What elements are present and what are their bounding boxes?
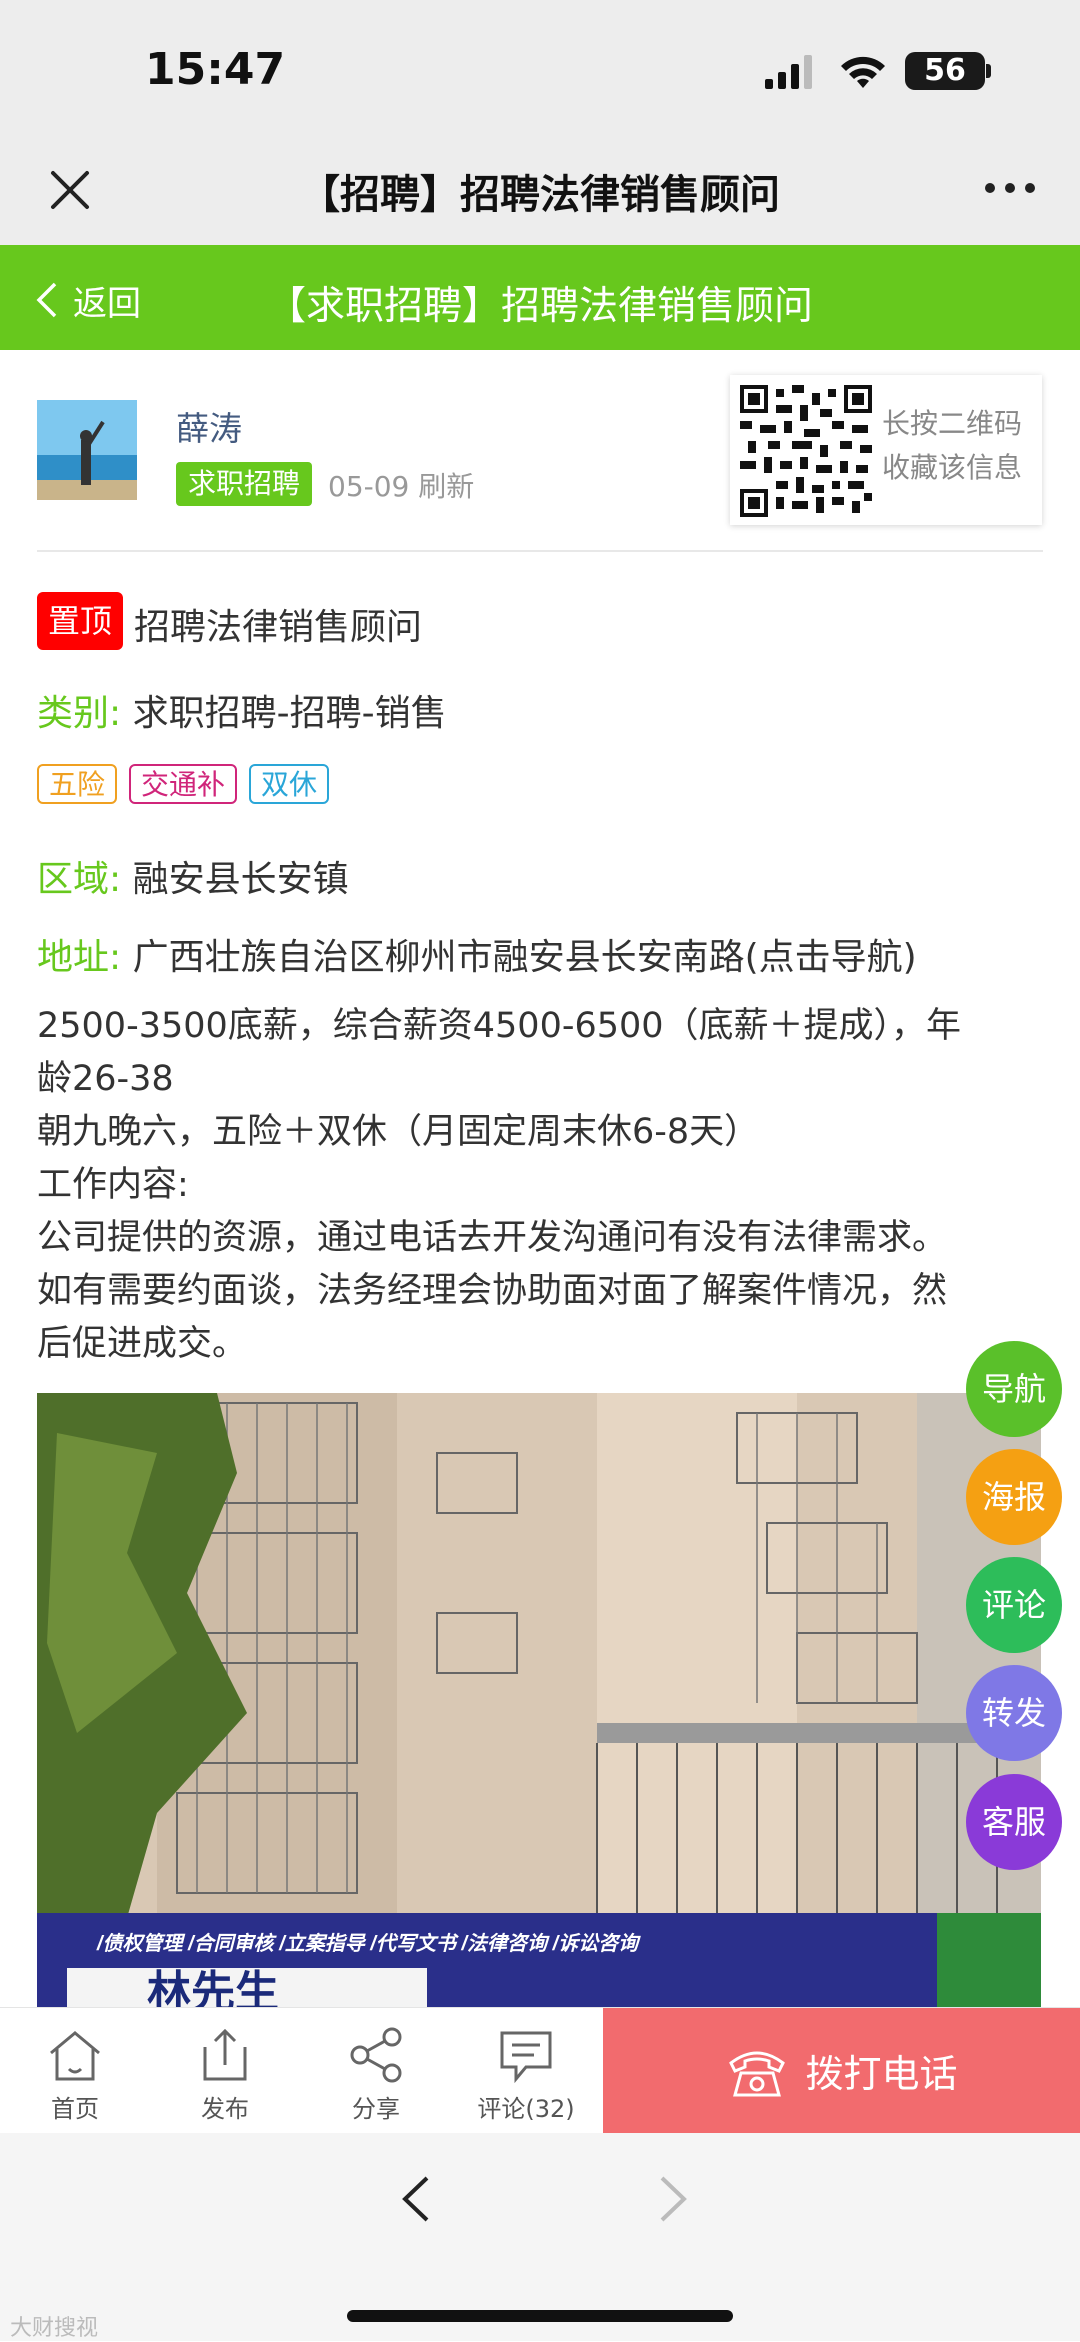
call-label: 拨打电话 — [805, 2052, 958, 2096]
desc-line: 工作内容: — [37, 1165, 189, 1205]
pinned-badge: 置顶 — [37, 592, 123, 650]
area-label: 区域: — [37, 859, 122, 900]
avatar[interactable] — [37, 400, 137, 500]
desc-line: 公司提供的资源，通过电话去开发沟通问有没有法律需求。 — [37, 1218, 948, 1258]
comment-button[interactable]: 评论(32) — [451, 2027, 601, 2124]
share-label: 分享 — [352, 2095, 400, 2123]
publish-button[interactable]: 发布 — [150, 2027, 300, 2124]
qr-hint-line1: 长按二维码 — [882, 407, 1023, 440]
share-icon — [350, 2027, 402, 2083]
desc-line: 后促进成交。 — [37, 1324, 248, 1364]
desc-line: 如有需要约面谈，法务经理会协助面对面了解案件情况，然 — [37, 1271, 948, 1311]
desc-line: 龄26-38 — [37, 1059, 174, 1099]
phone-icon — [729, 2051, 786, 2096]
publish-label: 发布 — [201, 2095, 249, 2123]
sign-name-text: 林先生 — [147, 1968, 279, 2007]
category-label: 类别: — [37, 693, 122, 734]
share-button[interactable]: 分享 — [301, 2027, 451, 2124]
float-service-button[interactable]: 客服 — [966, 1774, 1062, 1870]
qr-hint-line2: 收藏该信息 — [882, 451, 1023, 484]
desc-line: 朝九晚六，五险＋双休（月固定周末休6-8天） — [37, 1112, 760, 1152]
author-name[interactable]: 薛涛 — [176, 402, 242, 450]
status-time: 15:47 — [145, 44, 286, 95]
upload-icon — [203, 2028, 247, 2081]
cellular-signal-icon — [765, 55, 812, 89]
post-photo[interactable]: /债权管理 /合同审核 /立案指导 /代写文书 /法律咨询 /诉讼咨询 林先生 — [37, 1393, 1041, 2007]
address-row[interactable]: 地址: 广西壮族自治区柳州市融安县长安南路(点击导航) — [37, 928, 917, 980]
watermark: 大财搜视 — [10, 2316, 99, 2341]
refresh-time: 05-09 刷新 — [328, 470, 475, 503]
home-icon — [50, 2031, 100, 2081]
more-options-icon[interactable] — [980, 168, 1040, 208]
nav-title: 【求职招聘】招聘法律销售顾问 — [266, 284, 813, 329]
back-button[interactable]: 返回 — [35, 272, 141, 328]
float-poster-button[interactable]: 海报 — [966, 1449, 1062, 1545]
back-label: 返回 — [73, 283, 141, 324]
area-value: 融安县长安镇 — [132, 859, 349, 900]
post-title: 招聘法律销售顾问 — [134, 607, 423, 648]
address-value[interactable]: 广西壮族自治区柳州市融安县长安南路(点击导航) — [133, 937, 917, 978]
browser-back-icon[interactable] — [395, 2172, 439, 2226]
category-badge[interactable]: 求职招聘 — [176, 462, 313, 506]
home-label: 首页 — [51, 2095, 99, 2123]
tag-transport: 交通补 — [129, 764, 238, 804]
desc-line: 2500-3500底薪，综合薪资4500-6500（底薪＋提成），年 — [37, 1006, 962, 1046]
sign-services-text: /债权管理 /合同审核 /立案指导 /代写文书 /法律咨询 /诉讼咨询 — [96, 1932, 641, 1955]
category-row: 类别: 求职招聘-招聘-销售 — [37, 684, 447, 736]
qr-code-icon[interactable] — [740, 385, 872, 517]
tag-insurance: 五险 — [37, 764, 118, 804]
float-navigate-button[interactable]: 导航 — [966, 1341, 1062, 1437]
category-value: 求职招聘-招聘-销售 — [132, 693, 447, 734]
area-row: 区域: 融安县长安镇 — [37, 850, 349, 902]
wifi-icon — [841, 56, 885, 88]
close-icon[interactable] — [45, 165, 95, 215]
tag-list: 五险 交通补 双休 — [37, 764, 330, 804]
chevron-left-icon — [36, 282, 57, 318]
divider — [37, 550, 1043, 552]
home-button[interactable]: 首页 — [0, 2027, 150, 2124]
comment-icon — [500, 2031, 552, 2083]
home-indicator[interactable] — [347, 2310, 733, 2322]
browser-forward-icon[interactable] — [650, 2172, 694, 2226]
qr-hint: 长按二维码 收藏该信息 — [882, 402, 1022, 490]
tag-weekend: 双休 — [249, 764, 330, 804]
float-comment-button[interactable]: 评论 — [966, 1557, 1062, 1653]
float-share-button[interactable]: 转发 — [966, 1665, 1062, 1761]
address-label: 地址: — [37, 937, 122, 978]
page-title: 【招聘】招聘法律销售顾问 — [300, 172, 780, 218]
battery-tip — [986, 64, 991, 78]
job-description: 2500-3500底薪，综合薪资4500-6500（底薪＋提成），年 龄26-3… — [37, 1000, 1037, 1371]
comment-label: 评论(32) — [477, 2095, 575, 2123]
battery-icon: 56 — [905, 52, 985, 90]
call-button[interactable]: 拨打电话 — [603, 2008, 1080, 2133]
